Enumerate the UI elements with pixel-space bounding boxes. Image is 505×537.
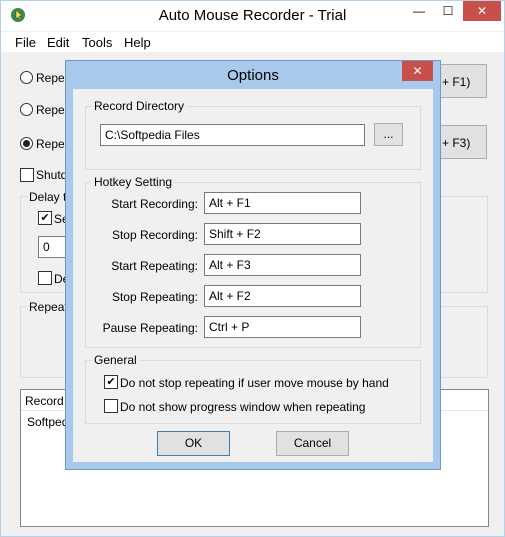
menu-help[interactable]: Help [124,35,151,50]
stop-recording-hotkey-input[interactable]: Shift + F2 [204,223,361,245]
browse-button[interactable]: ... [374,123,403,146]
start-repeating-hotkey-input[interactable]: Alt + F3 [204,254,361,276]
start-recording-hotkey-input[interactable]: Alt + F1 [204,192,361,214]
shutdown-checkbox[interactable] [20,168,34,182]
maximize-button[interactable]: ☐ [434,1,462,21]
options-dialog: Options ✕ Record Directory C:\Softpedia … [65,60,441,470]
ok-button[interactable]: OK [157,431,230,456]
general-group: General ✔ Do not stop repeating if user … [85,353,421,424]
repeat-radio-2[interactable] [20,103,33,116]
start-recording-button[interactable]: + F1) [435,64,487,98]
repeat-group-legend: Repeat [27,300,70,314]
pause-repeating-label: Pause Repeating: [102,321,198,335]
menu-tools[interactable]: Tools [82,35,112,50]
title-bar: Auto Mouse Recorder - Trial — ☐ ✕ [1,1,504,31]
hotkey-group: Hotkey Setting Start Recording: Alt + F1… [85,175,421,348]
dont-show-progress-label: Do not show progress window when repeati… [120,400,366,414]
close-button[interactable]: ✕ [463,1,501,21]
dont-stop-repeating-label: Do not stop repeating if user move mouse… [120,376,389,390]
menu-bar: File Edit Tools Help [1,32,504,52]
dialog-close-button[interactable]: ✕ [402,61,433,81]
menu-edit[interactable]: Edit [47,35,69,50]
record-directory-group: Record Directory C:\Softpedia Files ... [85,99,421,170]
hotkey-legend: Hotkey Setting [92,175,175,189]
record-directory-input[interactable]: C:\Softpedia Files [100,124,365,146]
dialog-body: Record Directory C:\Softpedia Files ... … [73,89,433,462]
dont-stop-repeating-checkbox[interactable]: ✔ [104,375,118,389]
dont-show-progress-checkbox[interactable] [104,399,118,413]
pause-repeating-hotkey-input[interactable]: Ctrl + P [204,316,361,338]
stop-recording-label: Stop Recording: [111,228,198,242]
de-checkbox[interactable] [38,271,52,285]
general-legend: General [92,353,139,367]
start-repeating-label: Start Repeating: [111,259,198,273]
minimize-button[interactable]: — [405,1,433,21]
delay-checkbox[interactable]: ✔ [38,211,52,225]
cancel-button[interactable]: Cancel [276,431,349,456]
menu-file[interactable]: File [15,35,36,50]
start-recording-label: Start Recording: [111,197,198,211]
repeat-radio-1[interactable] [20,71,33,84]
dialog-title: Options [227,67,279,84]
repeat-radio-3[interactable] [20,137,33,150]
start-repeating-button[interactable]: + F3) [435,125,487,159]
record-directory-legend: Record Directory [92,99,187,113]
stop-repeating-label: Stop Repeating: [111,290,198,304]
stop-repeating-hotkey-input[interactable]: Alt + F2 [204,285,361,307]
